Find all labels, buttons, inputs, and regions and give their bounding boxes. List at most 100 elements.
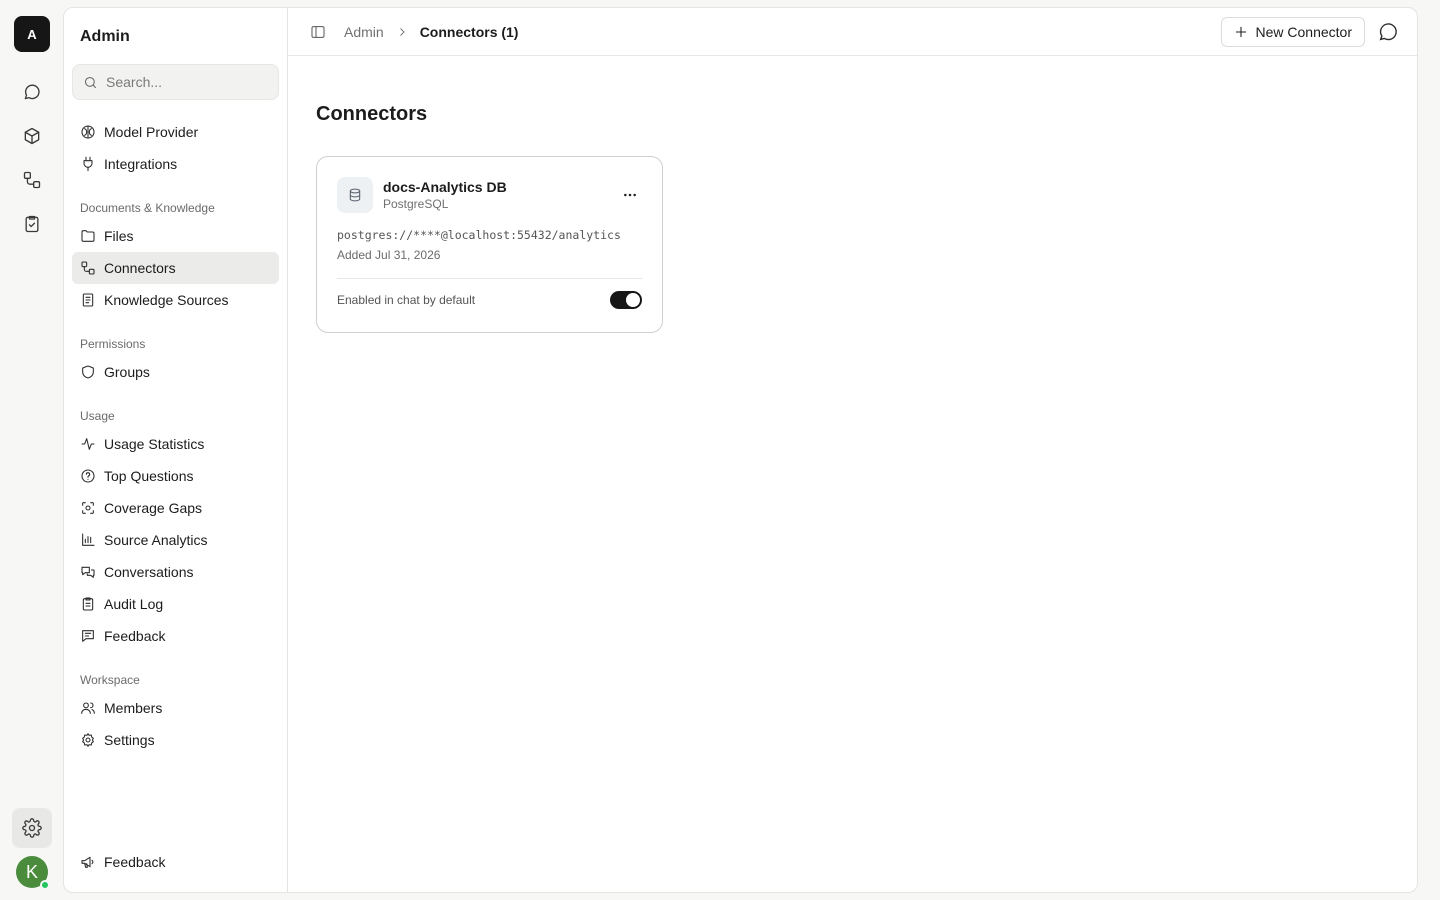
- connectors-icon: [81, 261, 95, 275]
- sidebar-item-usage-statistics[interactable]: Usage Statistics: [72, 428, 279, 460]
- tasks-nav-button[interactable]: [12, 204, 52, 244]
- sidebar-item-knowledge-sources[interactable]: Knowledge Sources: [72, 284, 279, 316]
- card-divider: [337, 278, 642, 279]
- connector-names: docs-Analytics DB PostgreSQL: [383, 179, 507, 211]
- gear-icon: [22, 818, 42, 838]
- connector-url: postgres://****@localhost:55432/analytic…: [337, 228, 621, 242]
- database-icon: [349, 188, 361, 202]
- search-input[interactable]: [106, 74, 256, 90]
- sidebar-footer: Feedback: [72, 846, 279, 878]
- sidebar-item-label: Top Questions: [104, 468, 194, 484]
- bar-chart-icon: [82, 533, 95, 546]
- chat-circle-icon: [1379, 22, 1397, 40]
- sidebar-item-label: Coverage Gaps: [104, 500, 203, 516]
- connector-more-button[interactable]: [618, 183, 642, 207]
- sidebar-section-usage: Usage Usage Statistics Top Questions Cov…: [72, 404, 279, 652]
- database-tile: [337, 177, 373, 213]
- sidebar-item-audit-log[interactable]: Audit Log: [72, 588, 279, 620]
- folder-icon: [81, 230, 95, 242]
- breadcrumb-current: Connectors (1): [419, 23, 519, 40]
- sidebar-panel-icon: [311, 25, 325, 38]
- sidebar-search[interactable]: [72, 64, 279, 100]
- sidebar-toggle-button[interactable]: [308, 22, 328, 42]
- section-label: Usage: [80, 409, 115, 423]
- connector-name: docs-Analytics DB: [383, 179, 507, 195]
- top-bar: Admin Connectors (1) New Connector: [288, 8, 1417, 56]
- admin-settings-button[interactable]: [12, 808, 52, 848]
- connectors-nav-button[interactable]: [12, 160, 52, 200]
- app-frame: Admin Model Provider Integrations Docume…: [63, 7, 1418, 893]
- sidebar-item-label: Groups: [104, 364, 150, 380]
- connector-card-footer: Enabled in chat by default: [337, 291, 642, 309]
- sidebar-item-label: Audit Log: [104, 596, 164, 612]
- online-status-dot: [40, 880, 50, 890]
- new-connector-button[interactable]: New Connector: [1220, 16, 1365, 47]
- sidebar-item-label: Conversations: [104, 564, 194, 580]
- breadcrumb-separator: [396, 26, 408, 38]
- sidebar-item-label: Usage Statistics: [104, 436, 205, 452]
- sidebar-item-label: Files: [104, 228, 134, 244]
- chevron-right-icon: [399, 27, 405, 36]
- message-square-icon: [82, 630, 94, 642]
- sidebar-item-label: Integrations: [104, 156, 178, 172]
- enabled-in-chat-toggle[interactable]: [610, 291, 642, 309]
- sidebar-item-label: Knowledge Sources: [104, 292, 229, 308]
- sidebar-section-documents: Documents & Knowledge Files Connectors K…: [72, 196, 279, 316]
- main-content: Admin Connectors (1) New Connector Conne…: [288, 8, 1417, 892]
- sidebar-item-feedback[interactable]: Feedback: [72, 620, 279, 652]
- sidebar-top-group: Model Provider Integrations: [72, 116, 279, 180]
- sidebar-item-integrations[interactable]: Integrations: [72, 148, 279, 180]
- connectors-icon: [23, 171, 41, 189]
- scan-icon: [82, 502, 94, 514]
- gear-icon: [82, 733, 94, 747]
- workspace-logo[interactable]: A: [14, 16, 50, 52]
- sidebar-item-settings[interactable]: Settings: [72, 724, 279, 756]
- sidebar-item-members[interactable]: Members: [72, 692, 279, 724]
- sidebar-item-top-questions[interactable]: Top Questions: [72, 460, 279, 492]
- avatar-letter: K: [25, 861, 38, 882]
- chat-bubbles-icon: [81, 566, 95, 578]
- toggle-knob: [626, 293, 640, 307]
- enabled-toggle-label: Enabled in chat by default: [337, 293, 476, 307]
- sidebar-title: Admin: [80, 28, 130, 45]
- breadcrumb-admin[interactable]: Admin: [344, 24, 384, 40]
- chat-nav-button[interactable]: [12, 72, 52, 112]
- user-avatar[interactable]: K: [16, 856, 50, 890]
- connector-type: PostgreSQL: [383, 197, 449, 211]
- sidebar-item-source-analytics[interactable]: Source Analytics: [72, 524, 279, 556]
- section-label: Workspace: [80, 673, 140, 687]
- sidebar-item-label: Settings: [104, 732, 155, 748]
- connector-card-header: docs-Analytics DB PostgreSQL: [337, 177, 642, 213]
- connector-card[interactable]: docs-Analytics DB PostgreSQL postgres://…: [316, 156, 663, 333]
- brain-icon: [81, 125, 95, 139]
- cube-icon: [24, 127, 40, 145]
- search-icon: [84, 76, 97, 88]
- icon-rail: A K: [0, 0, 64, 900]
- plug-icon: [83, 156, 93, 172]
- connector-added-date: Added Jul 31, 2026: [337, 248, 441, 262]
- sidebar-section-workspace: Workspace Members Settings: [72, 668, 279, 756]
- users-icon: [81, 702, 95, 714]
- sidebar-item-conversations[interactable]: Conversations: [72, 556, 279, 588]
- sidebar-item-label: Model Provider: [104, 124, 199, 140]
- sidebar-item-files[interactable]: Files: [72, 220, 279, 252]
- sidebar-item-groups[interactable]: Groups: [72, 356, 279, 388]
- clipboard-list-icon: [82, 597, 94, 611]
- sidebar-item-coverage-gaps[interactable]: Coverage Gaps: [72, 492, 279, 524]
- section-label: Permissions: [80, 337, 146, 351]
- page-title: Connectors: [316, 103, 428, 125]
- sidebar-section-permissions: Permissions Groups: [72, 332, 279, 388]
- models-nav-button[interactable]: [12, 116, 52, 156]
- open-chat-button[interactable]: [1377, 21, 1399, 43]
- chat-bubble-icon: [24, 84, 40, 100]
- sidebar-item-label: Connectors: [104, 260, 176, 276]
- sidebar-item-label: Source Analytics: [104, 532, 208, 548]
- activity-icon: [81, 438, 95, 450]
- sidebar-item-label: Feedback: [104, 854, 166, 870]
- sidebar-item-model-provider[interactable]: Model Provider: [72, 116, 279, 148]
- sidebar-item-connectors[interactable]: Connectors: [72, 252, 279, 284]
- new-connector-label: New Connector: [1255, 23, 1353, 40]
- sidebar-item-label: Feedback: [104, 628, 166, 644]
- book-icon: [82, 293, 94, 307]
- sidebar-feedback-button[interactable]: Feedback: [72, 846, 279, 878]
